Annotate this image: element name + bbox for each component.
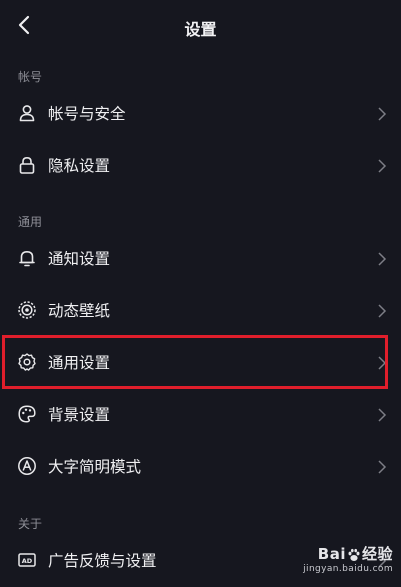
chevron-right-icon [378,460,387,474]
settings-item-label: 广告反馈与设置 [48,552,157,570]
top-bar: 设置 [0,0,401,52]
section-label-account: 帐号 [18,70,43,84]
font-size-icon [18,457,36,475]
baidu-paw-icon [348,548,360,561]
palette-icon [18,405,36,423]
chevron-right-icon [378,304,387,318]
settings-item-label: 背景设置 [48,406,111,424]
settings-item-label: 通知设置 [48,250,111,268]
watermark-url: jingyan.baidu.com [303,564,393,574]
page-title: 设置 [184,20,217,39]
ad-icon: AD [18,553,36,567]
section-label-general: 通用 [18,215,43,229]
settings-item-live-wallpaper[interactable]: 动态壁纸 [0,285,401,337]
watermark-brand-prefix: Bai [317,545,346,563]
settings-item-label: 大字简明模式 [48,458,142,476]
chevron-right-icon [378,408,387,422]
chevron-right-icon [378,252,387,266]
settings-item-background[interactable]: 背景设置 [0,389,401,441]
bell-icon [19,251,35,267]
highlight-annotation-box [2,335,388,389]
user-icon [19,105,35,122]
chevron-right-icon [378,159,387,173]
settings-item-notifications[interactable]: 通知设置 [0,233,401,285]
settings-item-label: 帐号与安全 [48,105,126,123]
live-wallpaper-icon [18,301,36,319]
settings-item-account-security[interactable]: 帐号与安全 [0,88,401,140]
baidu-jingyan-watermark: Bai 经验 jingyan.baidu.com [303,543,393,574]
settings-item-label: 隐私设置 [48,157,111,175]
settings-item-privacy[interactable]: 隐私设置 [0,140,401,192]
chevron-right-icon [378,107,387,121]
settings-item-large-font-mode[interactable]: 大字简明模式 [0,441,401,493]
settings-item-label: 动态壁纸 [48,302,111,320]
svg-text:AD: AD [22,557,33,565]
lock-icon [19,156,35,174]
watermark-brand-suffix: 经验 [361,545,393,563]
section-label-about: 关于 [18,517,43,531]
